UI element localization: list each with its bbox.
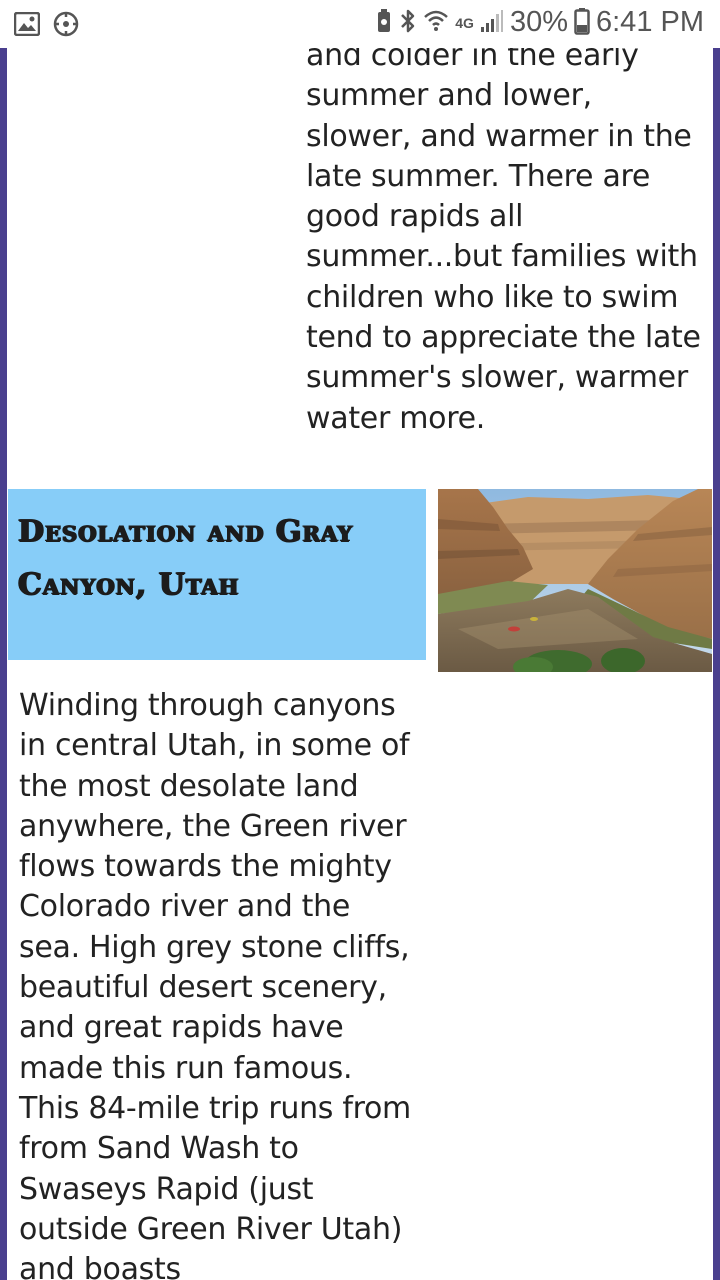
article-content[interactable]: and colder in the early summer and lower… [7, 0, 713, 1280]
network-type-label: 4G [455, 14, 474, 31]
battery-icon [574, 7, 590, 39]
signal-icon [480, 9, 504, 37]
battery-percent: 30% [509, 6, 568, 38]
section-title-banner: Desolation and Gray Canyon, Utah [8, 489, 426, 660]
recycle-bin-icon [375, 8, 393, 38]
page-frame-right-border [713, 48, 720, 1280]
trip-description-paragraph: and colder in the early summer and lower… [306, 38, 701, 436]
gallery-icon [13, 11, 41, 40]
page-frame-left-border [0, 48, 7, 1280]
status-bar: 4G 30% 6:41 PM [0, 0, 720, 48]
location-icon [52, 10, 80, 42]
wifi-icon [423, 8, 449, 38]
bluetooth-icon [399, 7, 417, 39]
canyon-river-photo[interactable] [438, 489, 712, 678]
clock: 6:41 PM [596, 6, 704, 38]
section-body-paragraph: Winding through canyons in central Utah,… [19, 688, 411, 1280]
section-title: Desolation and Gray Canyon, Utah [18, 514, 354, 602]
